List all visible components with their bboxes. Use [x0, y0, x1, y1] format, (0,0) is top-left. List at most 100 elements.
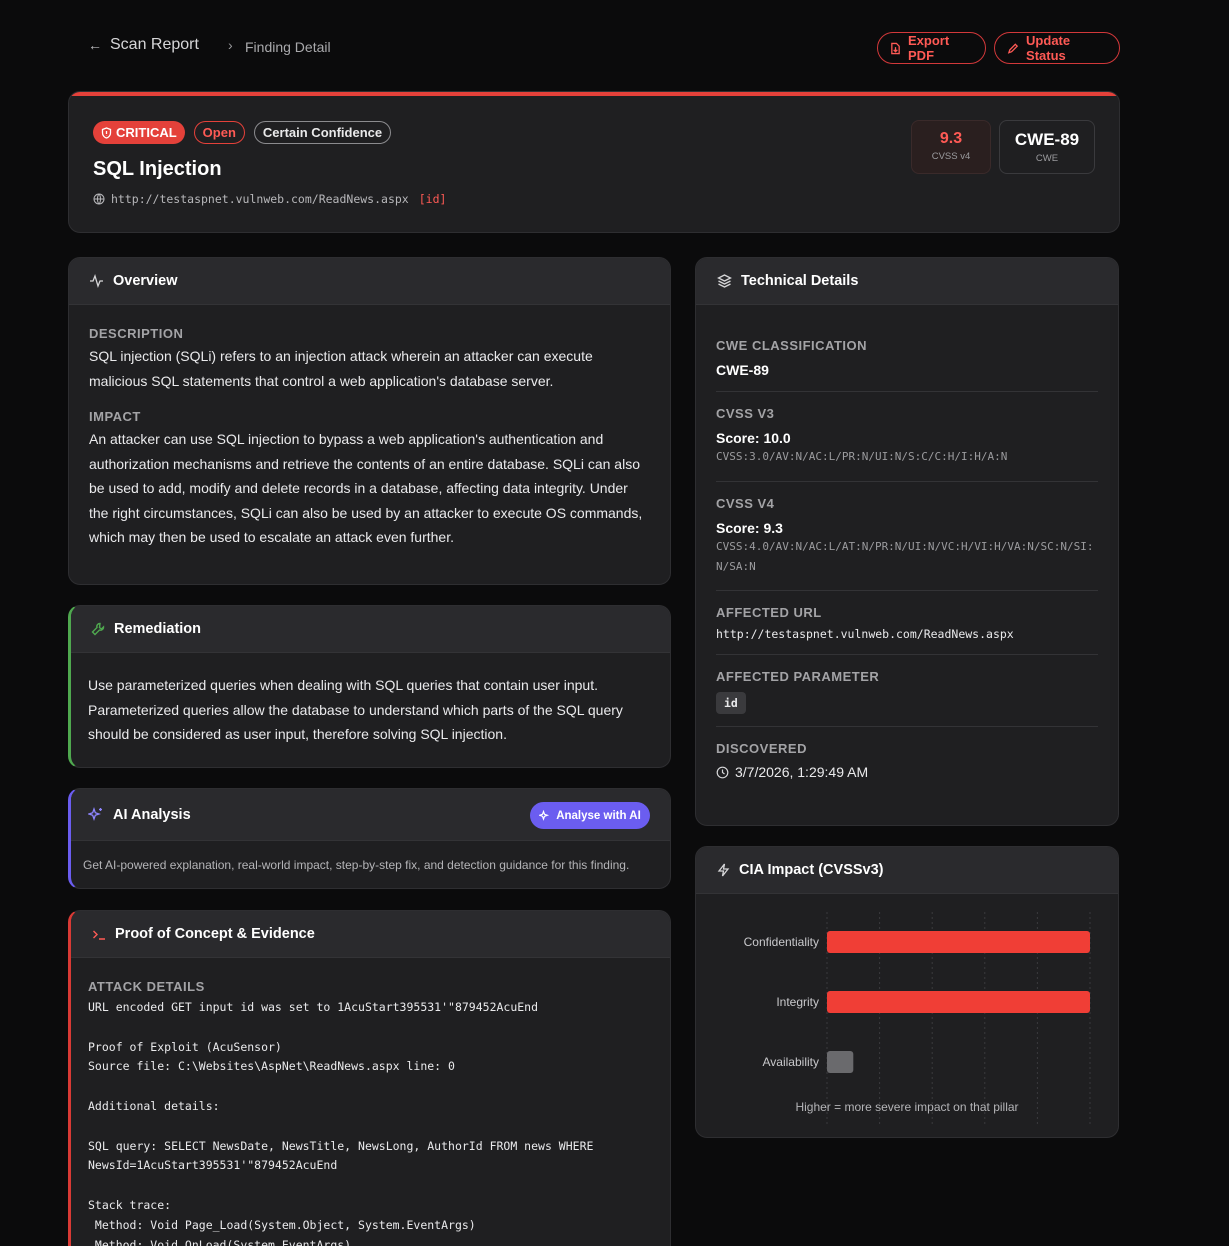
- finding-url: http://testaspnet.vulnweb.com/ReadNews.a…: [93, 192, 446, 206]
- attack-detail-line: Stack trace:: [88, 1197, 172, 1212]
- cvss-v4-label: CVSS V4: [716, 496, 775, 511]
- terminal-icon: [93, 930, 105, 940]
- arrow-left-icon: ←: [88, 37, 102, 53]
- remediation-card: Remediation Use parameterized queries wh…: [68, 605, 671, 768]
- technical-details-title: Technical Details: [741, 273, 859, 289]
- poc-title: Proof of Concept & Evidence: [115, 926, 315, 942]
- affected-url-value: http://testaspnet.vulnweb.com/ReadNews.a…: [716, 627, 1014, 641]
- attack-detail-line: Method: Void OnLoad(System.EventArgs): [88, 1237, 352, 1246]
- bar-availability: [827, 1051, 854, 1073]
- status-badge: Open: [193, 121, 245, 144]
- attack-details-label: ATTACK DETAILS: [88, 979, 205, 994]
- update-status-label: Update Status: [1026, 33, 1071, 63]
- cvss-score-box: 9.3 CVSS v4: [911, 120, 991, 174]
- affected-parameter-chip: id: [716, 692, 746, 714]
- discovered-value: 3/7/2026, 1:29:49 AM: [735, 764, 869, 780]
- pencil-icon: [1007, 42, 1019, 54]
- finding-url-text: http://testaspnet.vulnweb.com/ReadNews.a…: [111, 192, 409, 206]
- export-pdf-label: Export PDF: [908, 33, 950, 63]
- back-label: Scan Report: [110, 36, 199, 53]
- description-label: DESCRIPTION: [89, 326, 184, 341]
- discovered-row: DISCOVERED 3/7/2026, 1:29:49 AM: [716, 727, 1098, 780]
- technical-details-card: Technical Details CWE CLASSIFICATION CWE…: [695, 257, 1119, 826]
- attack-detail-line: NewsId=1AcuStart395531'"879452AcuEnd: [88, 1158, 338, 1173]
- cia-caption: Higher = more severe impact on that pill…: [795, 1100, 1019, 1114]
- file-download-icon: [891, 42, 900, 54]
- attack-detail-line: SQL query: SELECT NewsDate, NewsTitle, N…: [88, 1138, 594, 1153]
- finding-header-card: CRITICAL Open Certain Confidence SQL Inj…: [68, 91, 1120, 233]
- severity-badge: CRITICAL: [93, 121, 185, 144]
- clock-icon: [716, 766, 729, 778]
- confidence-badge: Certain Confidence: [253, 121, 392, 144]
- tick-label-integrity: Integrity: [776, 995, 819, 1009]
- overview-card: Overview DESCRIPTION SQL injection (SQLi…: [68, 257, 671, 585]
- cia-impact-title: CIA Impact (CVSSv3): [739, 862, 884, 878]
- cvss-v3-row: CVSS V3 Score: 10.0 CVSS:3.0/AV:N/AC:L/P…: [716, 392, 1098, 482]
- cwe-classification-label: CWE CLASSIFICATION: [716, 338, 868, 353]
- attack-detail-line: URL encoded GET input id was set to 1Acu…: [88, 1000, 539, 1014]
- severity-label: CRITICAL: [116, 125, 177, 140]
- discovered-label: DISCOVERED: [716, 741, 807, 756]
- discovered-value-wrap: 3/7/2026, 1:29:49 AM: [716, 764, 1098, 780]
- finding-param-tag: [id]: [418, 192, 447, 206]
- attack-detail-line: Source file: C:\Websites\AspNet\ReadNews…: [88, 1059, 455, 1074]
- ai-analysis-title: AI Analysis: [113, 806, 191, 823]
- activity-icon: [90, 274, 103, 288]
- affected-url-row: AFFECTED URL http://testaspnet.vulnweb.c…: [716, 591, 1098, 655]
- analyse-with-ai-label: Analyse with AI: [556, 809, 641, 822]
- layers-icon: [717, 274, 732, 288]
- attack-detail-line: [88, 1077, 650, 1097]
- chevron-right-icon: ›: [228, 37, 233, 53]
- technical-details-header: Technical Details: [696, 258, 1118, 305]
- globe-icon: [93, 193, 105, 205]
- tick-label-confidentiality: Confidentiality: [744, 935, 819, 949]
- export-pdf-button[interactable]: Export PDF: [877, 32, 986, 64]
- attack-detail-line: [88, 1018, 650, 1038]
- wrench-icon: [91, 622, 105, 636]
- analyse-with-ai-button[interactable]: Analyse with AI: [530, 802, 650, 829]
- cwe-classification-row: CWE CLASSIFICATION CWE-89: [716, 305, 1098, 392]
- attack-detail-line: Proof of Exploit (AcuSensor): [88, 1039, 282, 1054]
- attack-detail-line: [88, 1176, 650, 1196]
- affected-parameter-row: AFFECTED PARAMETER id: [716, 655, 1098, 727]
- attack-detail-line: Method: Void Page_Load(System.Object, Sy…: [88, 1217, 476, 1232]
- zap-icon: [717, 863, 730, 877]
- cia-impact-header: CIA Impact (CVSSv3): [696, 847, 1118, 894]
- attack-details-text: URL encoded GET input id was set to 1Acu…: [88, 998, 650, 1246]
- ai-analysis-card: AI Analysis Analyse with AI Get AI-power…: [68, 788, 671, 889]
- cwe-box: CWE-89 CWE: [999, 120, 1095, 174]
- overview-title: Overview: [113, 273, 178, 289]
- cvss-v4-row: CVSS V4 Score: 9.3 CVSS:4.0/AV:N/AC:L/AT…: [716, 482, 1098, 591]
- bar-integrity: [827, 991, 1090, 1013]
- remediation-text: Use parameterized queries when dealing w…: [88, 677, 623, 742]
- remediation-header: Remediation: [71, 606, 670, 653]
- finding-badges: CRITICAL Open Certain Confidence: [93, 121, 392, 144]
- sparkles-icon: [88, 807, 102, 821]
- cvss-v3-score: Score: 10.0: [716, 430, 791, 446]
- cvss-v3-vector: CVSS:3.0/AV:N/AC:L/PR:N/UI:N/S:C/C:H/I:H…: [716, 450, 1008, 463]
- ai-analysis-header: AI Analysis Analyse with AI: [71, 789, 670, 841]
- finding-title: SQL Injection: [93, 158, 222, 180]
- affected-parameter-label: AFFECTED PARAMETER: [716, 669, 880, 684]
- back-to-scan-report[interactable]: ← Scan Report: [88, 36, 199, 54]
- ai-analysis-text: Get AI-powered explanation, real-world i…: [83, 858, 630, 872]
- poc-header: Proof of Concept & Evidence: [71, 911, 670, 958]
- cvss-score-value: 9.3: [939, 130, 963, 147]
- remediation-title: Remediation: [114, 621, 202, 637]
- sparkles-icon: [539, 810, 550, 821]
- attack-detail-line: Additional details:: [88, 1098, 220, 1113]
- update-status-button[interactable]: Update Status: [994, 32, 1120, 64]
- breadcrumb-current: Finding Detail: [245, 39, 331, 55]
- cia-impact-card: CIA Impact (CVSSv3) Confidentiality Integ…: [695, 846, 1119, 1138]
- description-text: SQL injection (SQLi) refers to an inject…: [89, 348, 593, 389]
- cwe-classification-value: CWE-89: [716, 362, 769, 378]
- cvss-v3-label: CVSS V3: [716, 406, 775, 421]
- impact-text: An attacker can use SQL injection to byp…: [89, 431, 643, 545]
- cvss-v4-score: Score: 9.3: [716, 520, 783, 536]
- cwe-label: CWE: [1035, 153, 1059, 164]
- tick-label-availability: Availability: [763, 1055, 819, 1069]
- cwe-value: CWE-89: [1014, 130, 1080, 149]
- cvss-v4-vector: CVSS:4.0/AV:N/AC:L/AT:N/PR:N/UI:N/VC:H/V…: [716, 540, 1094, 573]
- bar-confidentiality: [827, 931, 1090, 953]
- shield-icon: [101, 126, 112, 139]
